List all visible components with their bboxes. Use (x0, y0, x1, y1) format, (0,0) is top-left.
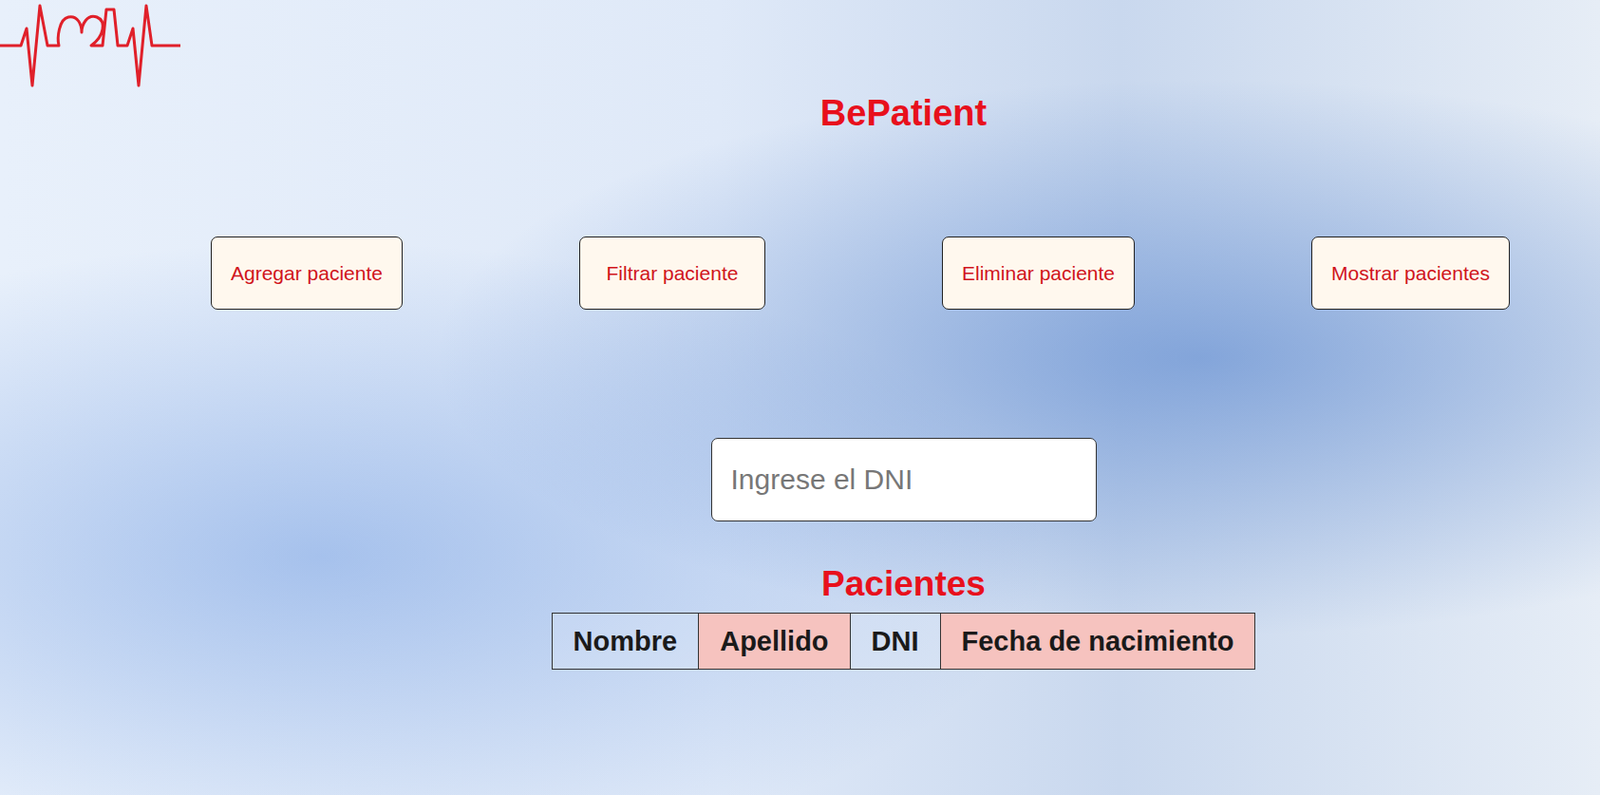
action-button[interactable]: Filtrar paciente (579, 236, 766, 310)
patients-table: NombreApellidoDNIFecha de nacimiento (551, 612, 1257, 670)
column-header: Nombre (551, 613, 699, 670)
column-header: Fecha de nacimiento (940, 613, 1256, 670)
heartbeat-heart-icon (0, 0, 181, 91)
app-title: BePatient (207, 92, 1600, 134)
page: BePatient Agregar paciente Filtrar pacient… (0, 0, 1600, 795)
action-button[interactable]: Mostrar pacientes (1311, 236, 1510, 310)
logo-row (0, 0, 1600, 91)
column-header: DNI (849, 613, 941, 670)
action-button[interactable]: Agregar paciente (210, 236, 403, 310)
action-button[interactable]: Eliminar paciente (941, 236, 1135, 310)
dni-input[interactable] (711, 437, 1097, 522)
column-header: Apellido (698, 613, 850, 670)
action-bar: Agregar paciente Filtrar paciente Eliminar… (0, 236, 1600, 310)
table-header-row: NombreApellidoDNIFecha de nacimiento (551, 613, 1256, 670)
patients-title: Pacientes (821, 563, 986, 605)
